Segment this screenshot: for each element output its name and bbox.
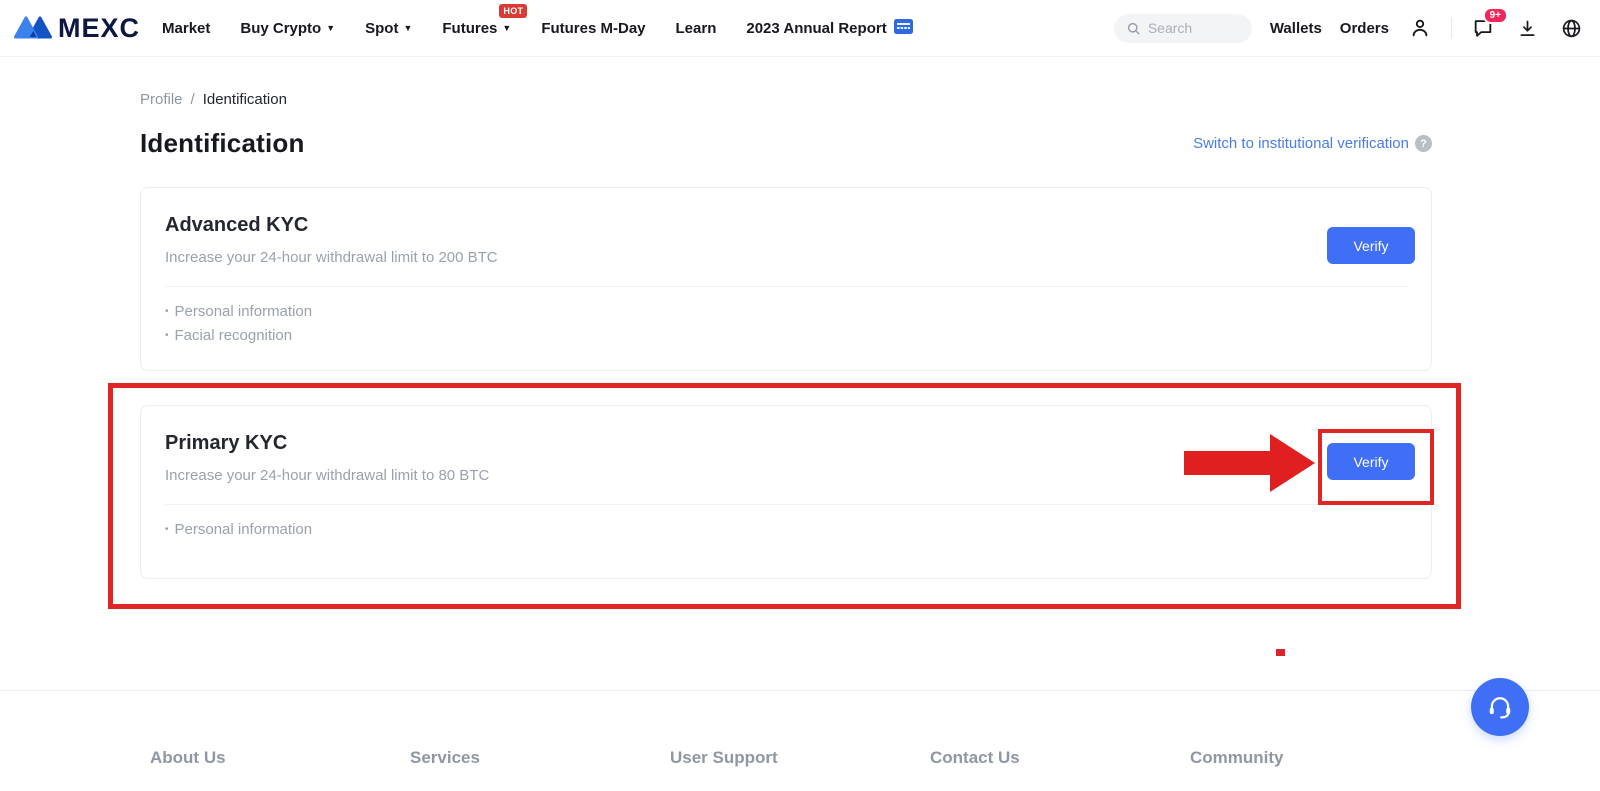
advanced-kyc-subtitle: Increase your 24-hour withdrawal limit t… xyxy=(165,249,1407,266)
requirement-item: Facial recognition xyxy=(165,324,1407,348)
headset-icon xyxy=(1485,692,1515,722)
footer: About Us Services User Support Contact U… xyxy=(140,748,1450,768)
mexc-identification-page: MEXC Market Buy Crypto▼ Spot▼ Futures▼ H… xyxy=(0,0,1600,791)
requirement-item: Personal information xyxy=(165,518,1407,542)
help-icon[interactable]: ? xyxy=(1415,135,1432,152)
footer-col-about-us[interactable]: About Us xyxy=(140,748,400,768)
nav-separator xyxy=(1451,18,1452,38)
annual-report-icon xyxy=(894,19,913,38)
breadcrumb: Profile / Identification xyxy=(140,91,1432,108)
requirement-item: Personal information xyxy=(165,300,1407,324)
nav-item-futures-mday[interactable]: Futures M-Day xyxy=(541,20,645,37)
footer-col-community[interactable]: Community xyxy=(1180,748,1440,768)
hot-badge: HOT xyxy=(499,4,527,18)
nav-item-futures[interactable]: Futures▼ HOT xyxy=(442,20,511,37)
search-icon xyxy=(1126,21,1141,36)
caret-down-icon: ▼ xyxy=(502,24,511,33)
breadcrumb-current: Identification xyxy=(203,91,287,108)
footer-col-contact-us[interactable]: Contact Us xyxy=(920,748,1180,768)
download-app-icon[interactable] xyxy=(1514,15,1540,41)
main-content: Profile / Identification Identification … xyxy=(140,91,1432,579)
search-box[interactable] xyxy=(1114,14,1252,43)
nav-item-market[interactable]: Market xyxy=(162,20,210,37)
footer-divider xyxy=(0,690,1600,691)
orders-link[interactable]: Orders xyxy=(1340,20,1389,37)
caret-down-icon: ▼ xyxy=(403,24,412,33)
notification-count-badge: 9+ xyxy=(1483,7,1508,24)
nav-item-annual-report[interactable]: 2023 Annual Report xyxy=(746,19,912,38)
advanced-kyc-requirements: Personal information Facial recognition xyxy=(165,300,1407,348)
breadcrumb-profile[interactable]: Profile xyxy=(140,91,183,108)
messages-icon[interactable]: 9+ xyxy=(1470,15,1496,41)
primary-kyc-verify-button[interactable]: Verify xyxy=(1327,443,1415,480)
profile-icon[interactable] xyxy=(1407,15,1433,41)
primary-kyc-subtitle: Increase your 24-hour withdrawal limit t… xyxy=(165,467,1407,484)
primary-kyc-card: Primary KYC Increase your 24-hour withdr… xyxy=(140,405,1432,579)
navbar-right-cluster: Wallets Orders 9+ xyxy=(1114,14,1584,43)
caret-down-icon: ▼ xyxy=(326,24,335,33)
advanced-kyc-card: Advanced KYC Increase your 24-hour withd… xyxy=(140,187,1432,371)
breadcrumb-separator: / xyxy=(191,91,195,108)
top-navbar: MEXC Market Buy Crypto▼ Spot▼ Futures▼ H… xyxy=(0,0,1600,57)
advanced-kyc-title: Advanced KYC xyxy=(165,214,1407,237)
primary-nav: Market Buy Crypto▼ Spot▼ Futures▼ HOT Fu… xyxy=(162,19,913,38)
mexc-mountain-icon xyxy=(14,15,52,41)
primary-kyc-requirements: Personal information xyxy=(165,518,1407,542)
primary-kyc-title: Primary KYC xyxy=(165,432,1407,455)
mexc-logo[interactable]: MEXC xyxy=(14,13,140,44)
search-input[interactable] xyxy=(1148,20,1238,36)
nav-item-spot[interactable]: Spot▼ xyxy=(365,20,412,37)
mexc-wordmark: MEXC xyxy=(58,13,140,44)
language-globe-icon[interactable] xyxy=(1558,15,1584,41)
wallets-link[interactable]: Wallets xyxy=(1270,20,1322,37)
advanced-kyc-verify-button[interactable]: Verify xyxy=(1327,227,1415,264)
footer-col-services[interactable]: Services xyxy=(400,748,660,768)
annotation-red-dot xyxy=(1276,649,1285,656)
customer-support-button[interactable] xyxy=(1471,678,1529,736)
nav-item-learn[interactable]: Learn xyxy=(676,20,717,37)
footer-col-user-support[interactable]: User Support xyxy=(660,748,920,768)
nav-item-buy-crypto[interactable]: Buy Crypto▼ xyxy=(240,20,335,37)
card-divider xyxy=(165,504,1407,505)
page-title: Identification xyxy=(140,128,305,159)
card-divider xyxy=(165,286,1407,287)
switch-institutional-link[interactable]: Switch to institutional verification ? xyxy=(1193,135,1432,152)
